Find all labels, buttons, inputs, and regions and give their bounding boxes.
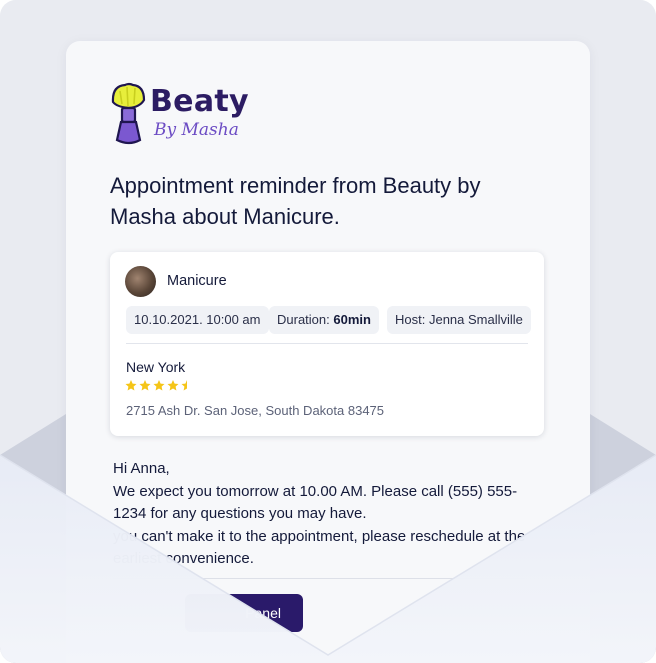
star-icon [153,380,165,391]
body-line-2: you can't make it to the appointment, pl… [113,527,526,568]
host-label: Host: [395,312,426,327]
body-line-1: We expect you tomorrow at 10.00 AM. Plea… [113,482,518,523]
duration-label: Duration: [277,312,330,327]
datetime-chip: 10.10.2021. 10:00 am [126,306,269,334]
star-icon [139,380,151,391]
email-preview-frame: Beaty By Masha Appointment reminder from… [0,0,656,663]
datetime-value: 10.10.2021. 10:00 am [134,312,261,327]
card-divider [126,343,528,344]
star-icon [167,380,179,391]
service-avatar [125,266,156,297]
appointment-card: Manicure 10.10.2021. 10:00 am Duration: … [110,252,544,436]
host-value: Jenna Smallville [428,312,523,327]
email-body: Hi Anna, We expect you tomorrow at 10.00… [113,458,533,571]
brand-name: Beaty [150,84,249,119]
panel-button[interactable]: Panel [185,594,303,632]
location-city: New York [126,359,186,375]
star-half-icon [181,380,187,391]
email-headline: Appointment reminder from Beauty by Mash… [110,173,481,229]
brand-logo: Beaty By Masha [110,82,260,148]
host-chip: Host: Jenna Smallville [387,306,531,334]
letter-divider [113,578,525,579]
rating-stars [125,380,187,391]
duration-value: 60min [333,312,371,327]
star-icon [125,380,137,391]
makeup-brush-icon [111,82,146,145]
service-name: Manicure [167,273,227,289]
brand-tagline: By Masha [154,120,239,140]
duration-chip: Duration: 60min [269,306,379,334]
greeting: Hi Anna, [113,460,170,477]
location-address: 2715 Ash Dr. San Jose, South Dakota 8347… [126,403,385,418]
